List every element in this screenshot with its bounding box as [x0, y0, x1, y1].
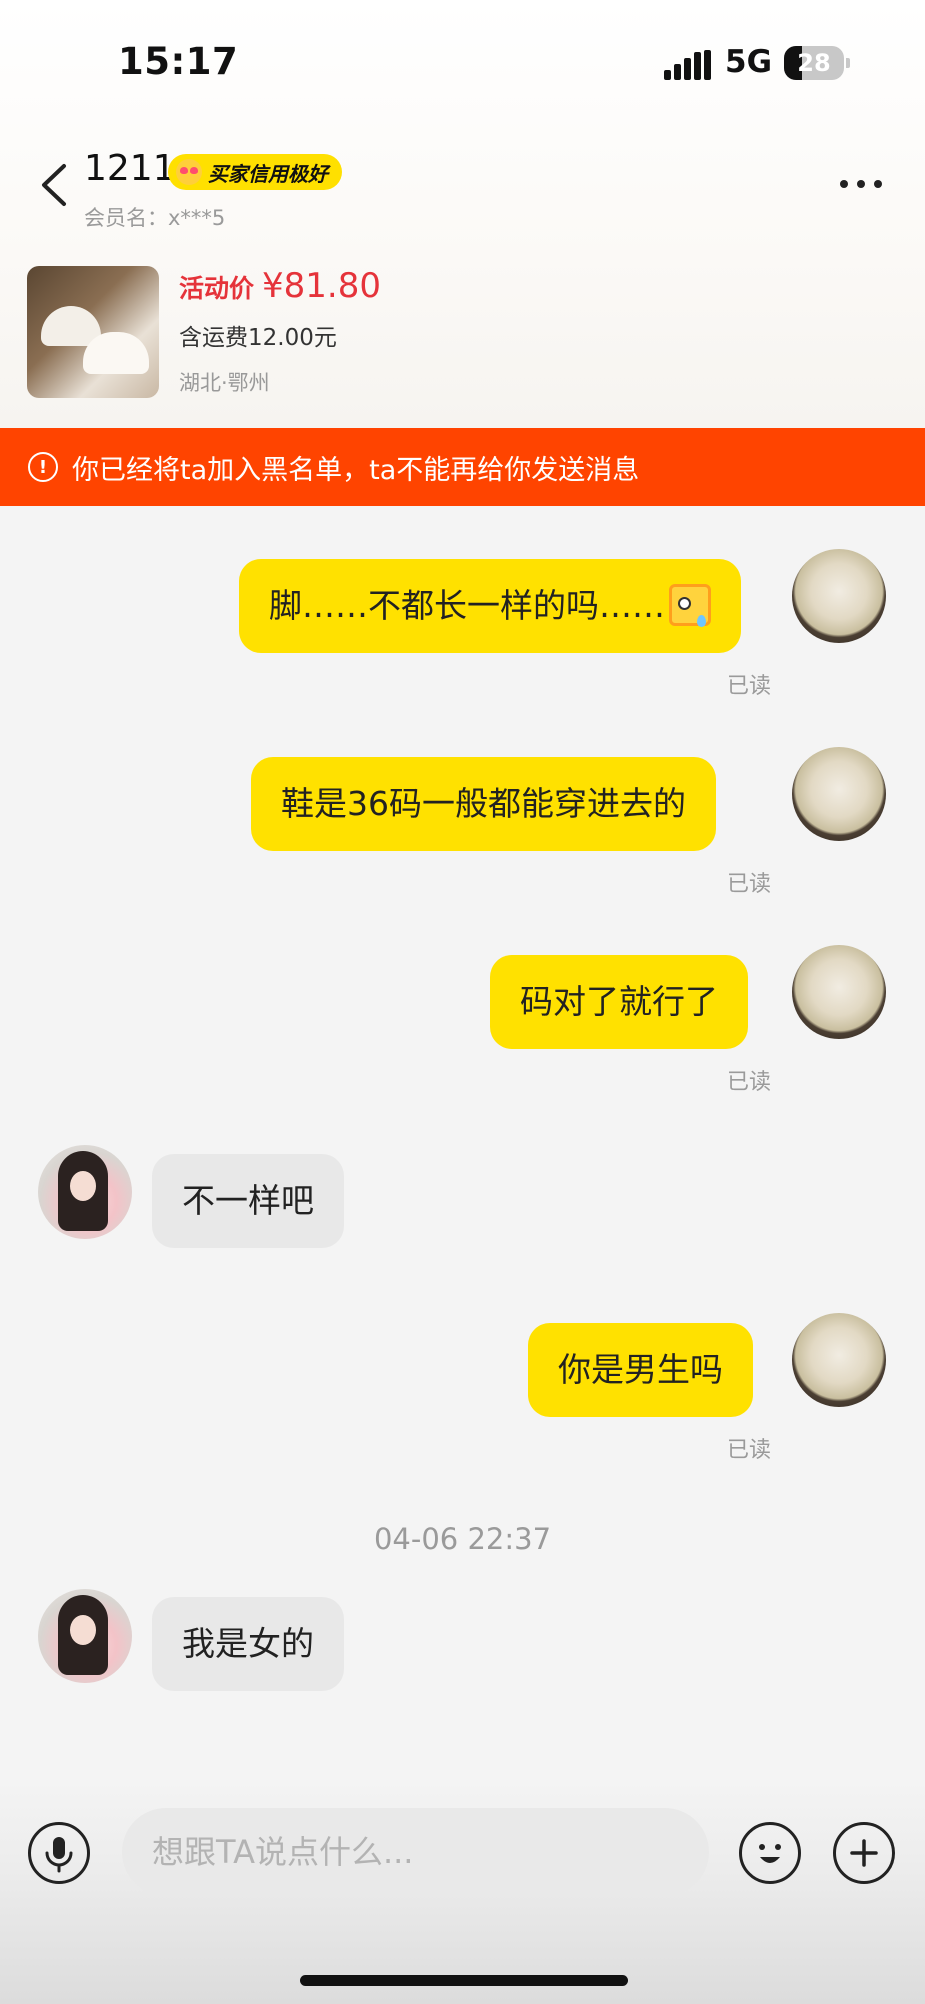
- blacklist-banner-text: 你已经将ta加入黑名单，ta不能再给你发送消息: [72, 454, 640, 486]
- credit-badge-label: 买家信用极好: [208, 161, 328, 186]
- avatar-other[interactable]: [38, 1145, 132, 1239]
- message-text: 鞋是36码一般都能穿进去的: [281, 784, 686, 823]
- plus-icon: [850, 1839, 878, 1867]
- message-bubble-me[interactable]: 你是男生吗: [528, 1323, 753, 1417]
- more-options-icon[interactable]: [840, 180, 882, 188]
- read-status: 已读: [727, 674, 772, 699]
- add-more-button[interactable]: [833, 1822, 895, 1884]
- avatar-other[interactable]: [38, 1589, 132, 1683]
- avatar-me[interactable]: [792, 945, 886, 1039]
- heart-eyes-icon: [176, 159, 202, 185]
- message-bubble-me[interactable]: 码对了就行了: [490, 955, 748, 1049]
- message-bubble-other[interactable]: 不一样吧: [152, 1154, 344, 1248]
- message-input[interactable]: [122, 1808, 709, 1896]
- chat-user-name: 1211: [84, 148, 176, 189]
- message-text: 你是男生吗: [558, 1350, 723, 1389]
- status-time: 15:17: [118, 40, 239, 83]
- battery-cap: [846, 58, 850, 68]
- product-image[interactable]: [27, 266, 159, 398]
- message-text: 我是女的: [182, 1624, 314, 1663]
- product-location: 湖北·鄂州: [179, 371, 270, 395]
- network-type: 5G: [725, 44, 773, 80]
- battery-level: 28: [797, 49, 831, 77]
- message-bubble-me[interactable]: 脚……不都长一样的吗……: [239, 559, 741, 653]
- price-value: ¥81.80: [262, 266, 381, 306]
- voice-input-button[interactable]: [28, 1822, 90, 1884]
- emoji-button[interactable]: [739, 1822, 801, 1884]
- avatar-me[interactable]: [792, 549, 886, 643]
- battery-icon: 28: [784, 46, 844, 80]
- avatar-me[interactable]: [792, 1313, 886, 1407]
- message-bubble-me[interactable]: 鞋是36码一般都能穿进去的: [251, 757, 716, 851]
- warning-icon: !: [28, 452, 58, 482]
- message-text: 脚……不都长一样的吗……: [269, 586, 665, 625]
- credit-badge: 买家信用极好: [168, 154, 342, 190]
- signal-icon: [664, 50, 712, 80]
- price-label: 活动价: [179, 274, 255, 303]
- blacklist-banner: ! 你已经将ta加入黑名单，ta不能再给你发送消息: [0, 428, 925, 506]
- message-text: 不一样吧: [182, 1181, 314, 1220]
- read-status: 已读: [727, 872, 772, 897]
- shipping-fee: 含运费12.00元: [179, 325, 337, 351]
- sweat-emoji-icon: [669, 583, 711, 627]
- read-status: 已读: [727, 1070, 772, 1095]
- avatar-me[interactable]: [792, 747, 886, 841]
- smiley-icon: [759, 1844, 781, 1863]
- message-timestamp: 04-06 22:37: [373, 1522, 552, 1556]
- microphone-icon: [45, 1837, 73, 1873]
- read-status: 已读: [727, 1438, 772, 1463]
- product-price-line: 活动价 ¥81.80: [179, 266, 381, 306]
- member-name: 会员名：x***5: [84, 206, 226, 230]
- message-text: 码对了就行了: [520, 982, 718, 1021]
- message-bubble-other[interactable]: 我是女的: [152, 1597, 344, 1691]
- back-arrow-icon[interactable]: [38, 162, 72, 208]
- home-indicator[interactable]: [300, 1975, 628, 1986]
